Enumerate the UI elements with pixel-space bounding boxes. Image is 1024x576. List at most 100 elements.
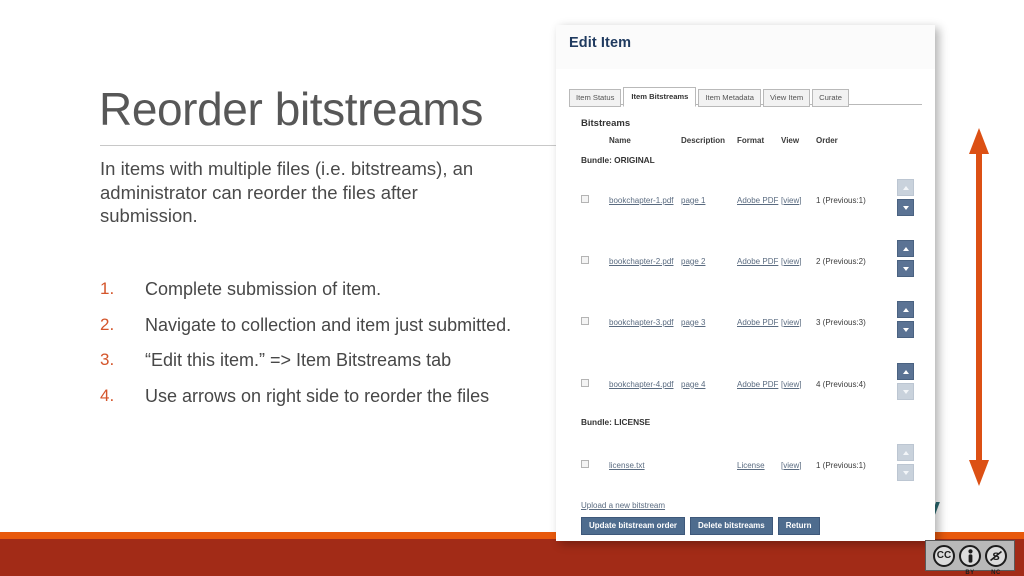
tab-view-item[interactable]: View Item <box>762 89 811 107</box>
bitstream-name-cell: license.txt <box>609 461 681 470</box>
cc-circle-cc: CC <box>933 544 955 567</box>
move-up-button[interactable] <box>897 363 914 380</box>
arrow-down-icon <box>902 470 909 475</box>
arrow-up-icon <box>902 185 909 190</box>
move-up-button[interactable] <box>897 444 914 461</box>
bitstream-description-link[interactable]: page 3 <box>681 318 705 327</box>
bitstream-format-link[interactable]: Adobe PDF <box>737 380 778 389</box>
delete-bitstreams-button[interactable]: Delete bitstreams <box>690 517 773 535</box>
move-down-button[interactable] <box>897 464 914 481</box>
dspace-edit-item-screen: Edit Item Item Status Item Bitstreams It… <box>556 25 935 541</box>
bitstream-format-cell: Adobe PDF <box>737 380 781 389</box>
bitstream-order-cell: 3 (Previous:3) <box>816 317 866 327</box>
bitstream-name-cell: bookchapter-4.pdf <box>609 380 681 389</box>
bitstream-description-link[interactable]: page 2 <box>681 257 705 266</box>
lead-paragraph: In items with multiple files (i.e. bitst… <box>100 158 474 226</box>
bitstreams-panel-content: Bitstreams Name Description Format View … <box>556 105 935 541</box>
upload-new-bitstream-link[interactable]: Upload a new bitstream <box>581 501 665 510</box>
bitstream-name-link[interactable]: license.txt <box>609 461 645 470</box>
bitstream-view-cell: [view] <box>781 257 816 266</box>
cc-logo-icon: CC <box>933 544 955 567</box>
move-down-button[interactable] <box>897 383 914 400</box>
bitstream-order-cell: 1 (Previous:1) <box>816 460 866 470</box>
cc-by-icon: BY <box>959 544 981 576</box>
bitstream-view-link[interactable]: [view] <box>781 318 801 327</box>
arrow-up-icon <box>902 246 909 251</box>
bitstream-name-link[interactable]: bookchapter-2.pdf <box>609 257 674 266</box>
bitstream-name-link[interactable]: bookchapter-1.pdf <box>609 196 674 205</box>
bitstream-format-link[interactable]: Adobe PDF <box>737 196 778 205</box>
bitstream-name-link[interactable]: bookchapter-3.pdf <box>609 318 674 327</box>
row-select-cell <box>581 195 609 205</box>
return-button[interactable]: Return <box>777 517 820 535</box>
row-checkbox[interactable] <box>581 195 589 203</box>
row-checkbox[interactable] <box>581 317 589 325</box>
move-up-button[interactable] <box>897 301 914 318</box>
bitstream-order-cell: 1 (Previous:1) <box>816 195 866 205</box>
slide-canvas: Reorder bitstreams In items with multipl… <box>0 0 1024 576</box>
table-column-headers: Name Description Format View Order <box>581 136 911 145</box>
move-up-button[interactable] <box>897 240 914 257</box>
list-item: 4. Use arrows on right side to reorder t… <box>100 385 540 408</box>
arrow-up-icon <box>902 369 909 374</box>
list-item-number: 3. <box>100 350 115 369</box>
table-row: bookchapter-4.pdf page 4 Adobe PDF [view… <box>581 371 931 397</box>
bitstream-view-link[interactable]: [view] <box>781 380 801 389</box>
column-header-description: Description <box>681 136 726 145</box>
column-header-format: Format <box>737 136 765 145</box>
update-bitstream-order-button[interactable]: Update bitstream order <box>581 517 686 535</box>
bitstream-view-link[interactable]: [view] <box>781 196 801 205</box>
row-checkbox[interactable] <box>581 256 589 264</box>
tab-item-bitstreams[interactable]: Item Bitstreams <box>623 87 697 107</box>
row-checkbox[interactable] <box>581 379 589 387</box>
move-down-button[interactable] <box>897 321 914 338</box>
bitstream-name-cell: bookchapter-1.pdf <box>609 196 681 205</box>
arrow-down-icon <box>902 205 909 210</box>
bitstream-name-cell: bookchapter-3.pdf <box>609 318 681 327</box>
cc-license-badge[interactable]: CC BY S NC <box>925 540 1015 576</box>
arrow-down-icon <box>902 327 909 332</box>
title-divider <box>100 145 556 146</box>
column-header-view: View <box>781 136 800 145</box>
screen-title: Edit Item <box>569 35 632 51</box>
bitstream-format-cell: License <box>737 461 781 470</box>
table-row: bookchapter-1.pdf page 1 Adobe PDF [view… <box>581 187 931 213</box>
bitstream-view-link[interactable]: [view] <box>781 461 801 470</box>
arrow-up-icon <box>902 307 909 312</box>
bitstream-format-cell: Adobe PDF <box>737 318 781 327</box>
move-down-button[interactable] <box>897 260 914 277</box>
bitstream-format-link[interactable]: Adobe PDF <box>737 318 778 327</box>
bitstream-description-cell: page 1 <box>681 196 737 205</box>
list-item-text: Complete submission of item. <box>145 279 382 299</box>
list-item-text: “Edit this item.” => Item Bitstreams tab <box>145 350 452 370</box>
list-item-number: 1. <box>100 279 115 298</box>
bundle-label-license: Bundle: LICENSE <box>581 417 651 427</box>
cc-by-label: BY <box>965 569 975 576</box>
tab-curate[interactable]: Curate <box>812 89 849 107</box>
bitstream-description-cell: page 2 <box>681 257 737 266</box>
cc-circle-nc: S <box>985 544 1007 567</box>
move-up-button[interactable] <box>897 179 914 196</box>
tab-item-metadata[interactable]: Item Metadata <box>698 89 761 107</box>
action-button-row: Update bitstream order Delete bitstreams… <box>581 517 820 535</box>
footer-band <box>0 539 1024 576</box>
tab-item-status[interactable]: Item Status <box>569 89 622 107</box>
bitstream-description-cell: page 4 <box>681 380 737 389</box>
bitstream-view-link[interactable]: [view] <box>781 257 801 266</box>
bitstream-description-cell: page 3 <box>681 318 737 327</box>
bitstream-view-cell: [view] <box>781 380 816 389</box>
bitstream-description-link[interactable]: page 1 <box>681 196 705 205</box>
table-row: bookchapter-2.pdf page 2 Adobe PDF [view… <box>581 248 931 274</box>
row-checkbox[interactable] <box>581 460 589 468</box>
bitstream-format-link[interactable]: License <box>737 461 765 470</box>
bitstream-view-cell: [view] <box>781 196 816 205</box>
bitstream-order-cell: 2 (Previous:2) <box>816 256 866 266</box>
bitstream-format-link[interactable]: Adobe PDF <box>737 257 778 266</box>
page-title: Reorder bitstreams <box>99 83 483 135</box>
arrow-up-icon <box>902 450 909 455</box>
bitstream-description-link[interactable]: page 4 <box>681 380 705 389</box>
order-controls <box>897 301 914 341</box>
move-down-button[interactable] <box>897 199 914 216</box>
bitstream-format-cell: Adobe PDF <box>737 257 781 266</box>
bitstream-name-link[interactable]: bookchapter-4.pdf <box>609 380 674 389</box>
